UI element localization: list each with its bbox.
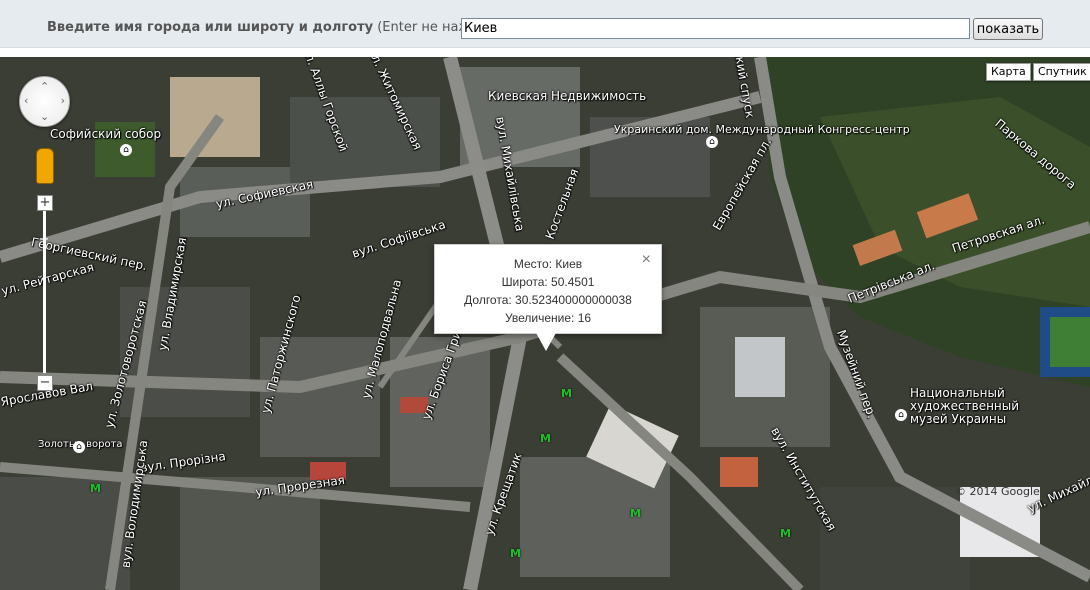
ukr-house-label: Украинский дом. Международный Конгресс-ц… <box>614 123 910 136</box>
map-type-map-button[interactable]: Карта <box>986 63 1031 81</box>
info-window: × Место: Киев Широта: 50.4501 Долгота: 3… <box>434 244 662 334</box>
building-icon[interactable]: ⌂ <box>706 136 718 148</box>
pan-left-icon[interactable]: ‹ <box>24 94 28 107</box>
monument-icon[interactable]: ⌂ <box>73 441 85 453</box>
search-prompt: Введите имя города или широту и долготу … <box>47 20 530 35</box>
copyright: © 2014 Google <box>955 485 1040 498</box>
satellite-map[interactable]: Софийский собор Киевская Недвижимость Ук… <box>0 57 1090 590</box>
metro-icon[interactable]: M <box>780 527 791 540</box>
metro-icon[interactable]: M <box>90 482 101 495</box>
street-view-pegman-icon[interactable] <box>36 148 54 184</box>
metro-icon[interactable]: M <box>630 507 641 520</box>
info-latitude: Широта: 50.4501 <box>501 275 595 289</box>
zoom-out-button[interactable]: − <box>37 375 53 391</box>
map-type-satellite-button[interactable]: Спутник <box>1033 63 1090 81</box>
info-longitude: Долгота: 30.523400000000038 <box>464 293 632 307</box>
search-prompt-main: Введите имя города или широту и долготу <box>47 20 374 35</box>
church-icon[interactable]: ⌂ <box>120 144 132 156</box>
info-place: Место: Киев <box>513 257 583 271</box>
info-window-tail <box>535 331 557 351</box>
search-bar: Введите имя города или широту и долготу … <box>0 0 1090 57</box>
sofia-sobor-label: Софийский собор <box>50 127 162 141</box>
kiev-realty-label: Киевская Недвижимость <box>488 89 647 103</box>
show-button[interactable]: показать <box>973 18 1043 40</box>
pan-up-icon[interactable]: ⌃ <box>40 80 49 93</box>
museum-icon[interactable]: ⌂ <box>895 409 907 421</box>
close-icon[interactable]: × <box>642 251 651 269</box>
museum-label: Национальный художественный музей Украин… <box>910 386 1020 426</box>
city-input[interactable] <box>461 18 970 39</box>
pan-right-icon[interactable]: › <box>61 94 65 107</box>
metro-icon[interactable]: M <box>561 387 572 400</box>
pan-down-icon[interactable]: ⌄ <box>40 110 49 123</box>
zoom-slider-handle[interactable]: − <box>37 233 51 247</box>
pan-control[interactable]: ⌃ ‹ › ⌄ <box>19 76 70 127</box>
metro-icon[interactable]: M <box>510 547 521 560</box>
search-bar-background: Введите имя города или широту и долготу … <box>0 0 1090 48</box>
metro-icon[interactable]: M <box>540 432 551 445</box>
zoom-in-button[interactable]: + <box>37 195 53 211</box>
info-zoom: Увеличение: 16 <box>504 311 592 325</box>
